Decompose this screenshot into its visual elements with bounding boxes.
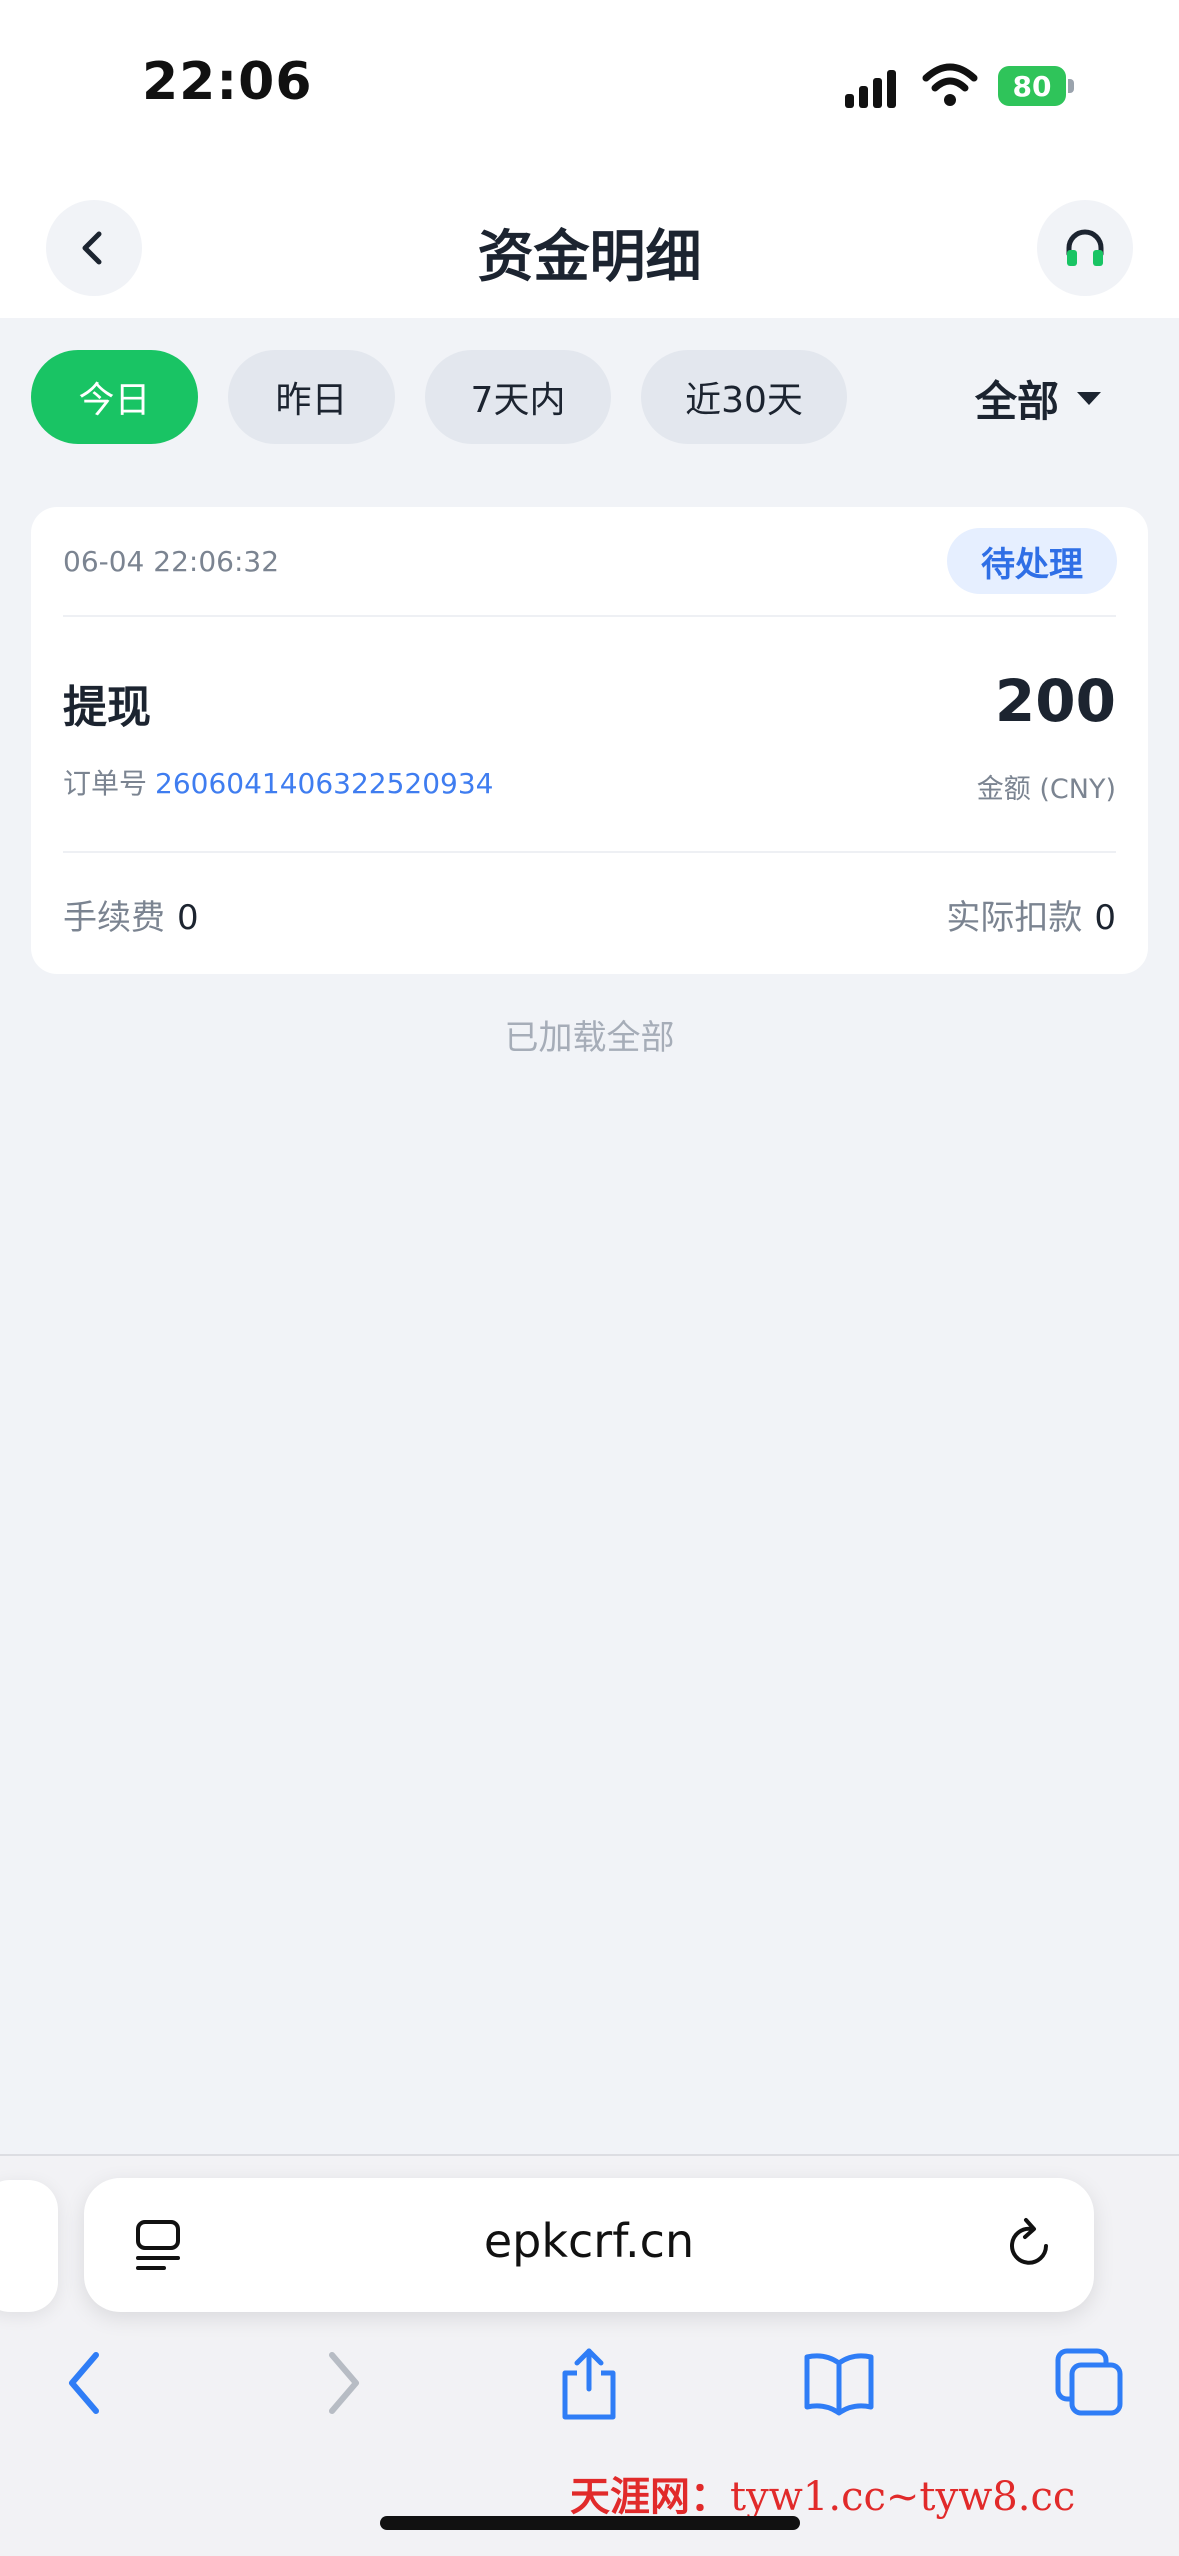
share-icon[interactable]: [551, 2345, 627, 2421]
battery-cap: [1068, 79, 1074, 93]
status-bar: 22:06 80: [0, 0, 1179, 170]
caret-down-icon: [1077, 391, 1102, 405]
deduct-row: 实际扣款 0: [946, 890, 1116, 939]
deduct-value: 0: [1094, 898, 1116, 938]
forward-nav-icon[interactable]: [304, 2345, 380, 2421]
page-header: 资金明细: [0, 170, 1179, 318]
headset-icon: [1066, 229, 1104, 266]
order-number[interactable]: 2606041406322520934: [155, 767, 493, 800]
filter-7-days[interactable]: 7天内: [425, 350, 611, 444]
type-dropdown-label: 全部: [975, 376, 1060, 426]
list-end-message: 已加载全部: [504, 1018, 675, 1058]
watermark-site: 天涯网：: [570, 2473, 730, 2520]
filter-30-days[interactable]: 近30天: [641, 350, 847, 444]
record-amount: 200: [994, 667, 1116, 735]
fee-label: 手续费: [63, 898, 165, 938]
order-label: 订单号: [63, 767, 148, 800]
fee-value: 0: [177, 898, 199, 938]
battery-icon: 80: [998, 66, 1074, 106]
bookmarks-icon[interactable]: [801, 2345, 877, 2421]
customer-service-button[interactable]: [1037, 200, 1133, 296]
battery-level: 80: [998, 66, 1066, 106]
reload-icon[interactable]: [1002, 2216, 1058, 2274]
wifi-icon: [922, 63, 978, 106]
card-divider-top: [63, 615, 1116, 617]
card-divider-bottom: [63, 851, 1116, 853]
status-badge: 待处理: [947, 528, 1117, 594]
type-dropdown[interactable]: 全部: [975, 370, 1102, 426]
filter-yesterday[interactable]: 昨日: [228, 350, 395, 444]
page-title: 资金明细: [477, 225, 702, 290]
address-bar[interactable]: epkcrf.cn: [84, 2178, 1094, 2312]
fee-row: 手续费 0: [63, 890, 199, 939]
deduct-label: 实际扣款: [946, 898, 1083, 938]
back-nav-icon[interactable]: [48, 2345, 124, 2421]
watermark: 天涯网：tyw1.cc~tyw8.cc: [570, 2464, 1075, 2522]
amount-label: 金额 (CNY): [976, 774, 1116, 805]
record-type: 提现: [63, 682, 151, 733]
previous-tab-peek[interactable]: [0, 2180, 58, 2312]
filter-today[interactable]: 今日: [31, 350, 198, 444]
status-time: 22:06: [142, 52, 313, 112]
watermark-domains: tyw1.cc~tyw8.cc: [730, 2474, 1076, 2520]
order-number-row: 订单号 2606041406322520934: [63, 762, 494, 802]
home-indicator[interactable]: [380, 2516, 800, 2530]
url-text[interactable]: epkcrf.cn: [84, 2214, 1094, 2268]
record-time: 06-04 22:06:32: [63, 545, 280, 578]
cellular-signal-icon: [845, 66, 907, 108]
transaction-card[interactable]: 06-04 22:06:32 待处理 提现 200 订单号 26060414063…: [31, 507, 1148, 974]
tabs-icon[interactable]: [1052, 2345, 1128, 2421]
